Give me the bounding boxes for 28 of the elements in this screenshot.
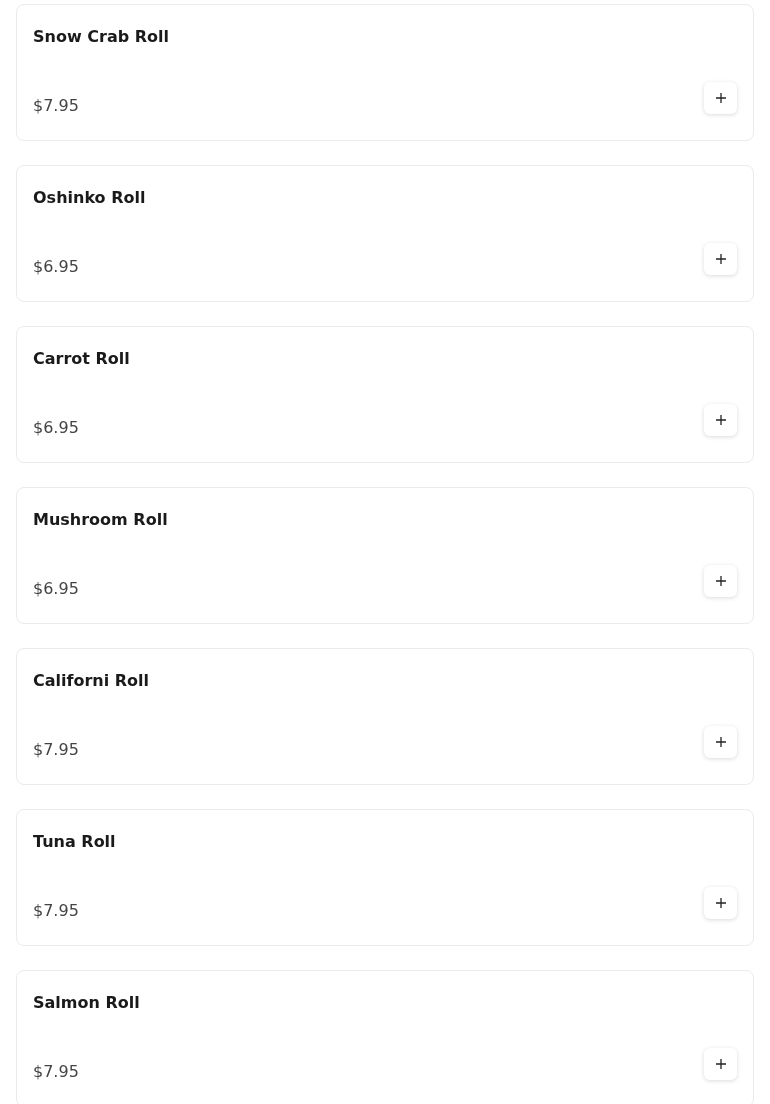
add-button[interactable]	[704, 887, 737, 919]
item-price: $7.95	[33, 901, 79, 921]
item-name: Tuna Roll	[33, 832, 117, 852]
add-button[interactable]	[704, 82, 737, 114]
item-name: Carrot Roll	[33, 349, 131, 369]
add-button[interactable]	[704, 726, 737, 758]
plus-icon	[715, 93, 726, 103]
item-price: $6.95	[33, 257, 79, 277]
item-name: Mushroom Roll	[33, 510, 169, 530]
add-button[interactable]	[704, 1048, 737, 1080]
add-button[interactable]	[704, 404, 737, 436]
plus-icon	[715, 576, 726, 586]
item-price: $7.95	[33, 1062, 79, 1082]
item-price: $6.95	[33, 418, 79, 438]
item-name: Oshinko Roll	[33, 188, 147, 208]
item-price: $7.95	[33, 740, 79, 760]
item-price: $6.95	[33, 579, 79, 599]
item-name: Snow Crab Roll	[33, 27, 170, 47]
plus-icon	[715, 898, 726, 908]
item-price: $7.95	[33, 96, 79, 116]
plus-icon	[715, 1059, 726, 1069]
add-button[interactable]	[704, 243, 737, 275]
plus-icon	[715, 254, 726, 264]
plus-icon	[715, 415, 726, 425]
plus-icon	[715, 737, 726, 747]
add-button[interactable]	[704, 565, 737, 597]
item-name: Californi Roll	[33, 671, 151, 691]
item-name: Salmon Roll	[33, 993, 141, 1013]
